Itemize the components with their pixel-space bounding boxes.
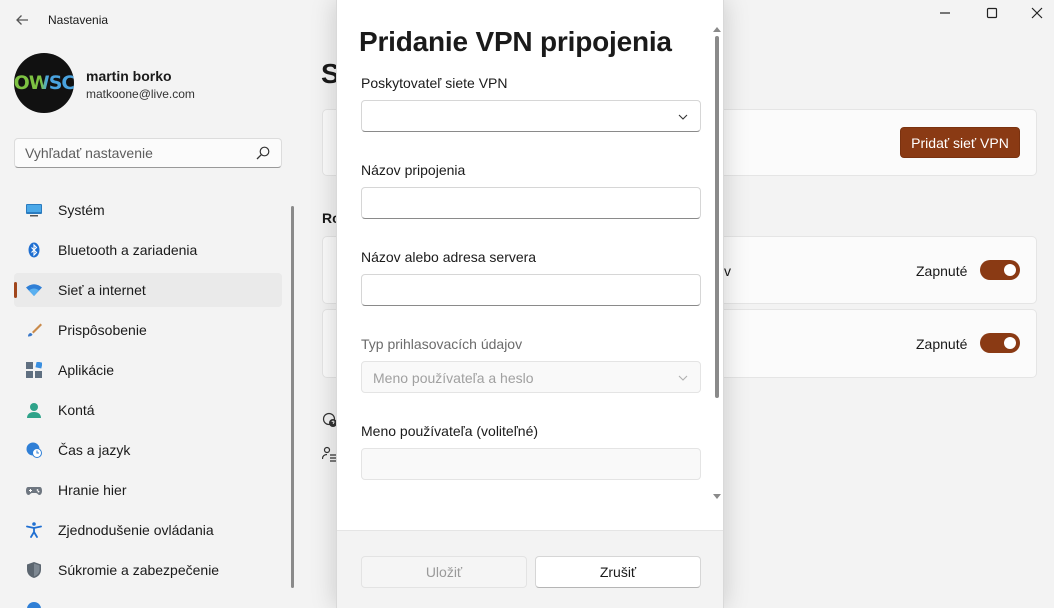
shield-icon <box>27 562 41 578</box>
sidebar-item-system[interactable]: Systém <box>14 193 282 227</box>
dialog-footer: Uložiť Zrušiť <box>337 530 723 608</box>
search-box[interactable] <box>14 138 282 168</box>
add-vpn-button[interactable]: Pridať sieť VPN <box>900 127 1020 158</box>
close-button[interactable] <box>1014 0 1054 26</box>
user-email: matkoone@live.com <box>86 87 195 101</box>
apps-icon <box>26 362 42 378</box>
minimize-button[interactable] <box>922 0 968 26</box>
dialog-title: Pridanie VPN pripojenia <box>359 26 672 57</box>
connection-name-input[interactable] <box>361 187 701 219</box>
search-input[interactable] <box>25 145 245 161</box>
sidebar-item-label: Systém <box>58 202 105 218</box>
search-icon[interactable] <box>255 145 271 161</box>
setting-row-text: v <box>724 263 731 279</box>
toggle-state-label: Zapnuté <box>916 336 968 352</box>
sidebar-item-label: Aplikácie <box>58 362 115 378</box>
save-button[interactable]: Uložiť <box>361 556 527 588</box>
toggle-switch[interactable] <box>980 333 1020 353</box>
back-button[interactable] <box>8 8 36 32</box>
chevron-down-icon <box>678 114 688 120</box>
sidebar-item-bluetooth[interactable]: Bluetooth a zariadenia <box>14 233 282 267</box>
sidebar-item-label: Sieť a internet <box>58 282 146 298</box>
sidebar-item-label: Kontá <box>58 402 95 418</box>
avatar-logo-text: OWSC <box>14 72 74 94</box>
sidebar-item-label: Čas a jazyk <box>58 442 131 458</box>
bluetooth-icon <box>28 242 40 258</box>
toggle-knob <box>1004 264 1016 276</box>
gamepad-icon <box>26 487 42 495</box>
sidebar-item-label: Súkromie a zabezpečenie <box>58 562 220 578</box>
monitor-icon <box>26 204 42 217</box>
sidebar-item-privacy[interactable]: Súkromie a zabezpečenie <box>14 553 282 587</box>
dialog-scrollbar[interactable] <box>715 36 719 398</box>
sidebar-item-accessibility[interactable]: Zjednodušenie ovládania <box>14 513 282 547</box>
user-name: martin borko <box>86 68 172 84</box>
sidebar-item-label: Zjednodušenie ovládania <box>58 522 214 538</box>
app-title: Nastavenia <box>48 13 109 27</box>
toggle-switch[interactable] <box>980 260 1020 280</box>
wifi-icon <box>26 284 42 296</box>
sidebar-item-personalization[interactable]: Prispôsobenie <box>14 313 282 347</box>
avatar[interactable]: OWSC <box>14 53 74 113</box>
toggle-knob <box>1004 337 1016 349</box>
toggle-state-label: Zapnuté <box>916 263 968 279</box>
sidebar-item-apps[interactable]: Aplikácie <box>14 353 282 387</box>
arrow-left-icon <box>16 15 28 25</box>
sidebar-item-label: Hranie hier <box>58 482 127 498</box>
sidebar-item-accounts[interactable]: Kontá <box>14 393 282 427</box>
chevron-down-icon <box>678 375 688 381</box>
person-icon <box>27 403 41 418</box>
accessibility-icon <box>26 522 42 538</box>
server-input[interactable] <box>361 274 701 306</box>
sidebar-item-label: Prispôsobenie <box>58 322 147 338</box>
signin-type-label: Typ prihlasovacích údajov <box>361 336 523 352</box>
sidebar-item-network[interactable]: Sieť a internet <box>14 273 282 307</box>
maximize-icon <box>986 7 998 19</box>
scroll-down-arrow-icon[interactable] <box>712 493 722 501</box>
signin-type-value: Meno používateľa a heslo <box>373 370 534 386</box>
sidebar: OWSC martin borko matkoone@live.com Syst… <box>0 40 300 608</box>
cancel-button[interactable]: Zrušiť <box>535 556 701 588</box>
close-icon <box>1031 7 1043 19</box>
sidebar-item-gaming[interactable]: Hranie hier <box>14 473 282 507</box>
provider-dropdown[interactable] <box>361 100 701 132</box>
signin-type-dropdown[interactable]: Meno používateľa a heslo <box>361 361 701 393</box>
sidebar-item-time-language[interactable]: Čas a jazyk <box>14 433 282 467</box>
scroll-up-arrow-icon[interactable] <box>712 25 722 33</box>
username-input[interactable] <box>361 448 701 480</box>
add-vpn-dialog: Pridanie VPN pripojenia Poskytovateľ sie… <box>336 0 724 608</box>
brush-icon <box>28 323 42 337</box>
globe-clock-icon <box>26 442 42 458</box>
connection-name-label: Názov pripojenia <box>361 162 466 178</box>
selection-indicator <box>14 282 17 298</box>
sidebar-scrollbar[interactable] <box>291 206 294 588</box>
provider-label: Poskytovateľ siete VPN <box>361 75 508 91</box>
username-label: Meno používateľa (voliteľné) <box>361 423 539 439</box>
minimize-icon <box>940 12 950 14</box>
sidebar-item-label: Bluetooth a zariadenia <box>58 242 198 258</box>
maximize-button[interactable] <box>969 0 1015 26</box>
server-label: Názov alebo adresa servera <box>361 249 537 265</box>
windows-update-icon <box>27 602 41 608</box>
